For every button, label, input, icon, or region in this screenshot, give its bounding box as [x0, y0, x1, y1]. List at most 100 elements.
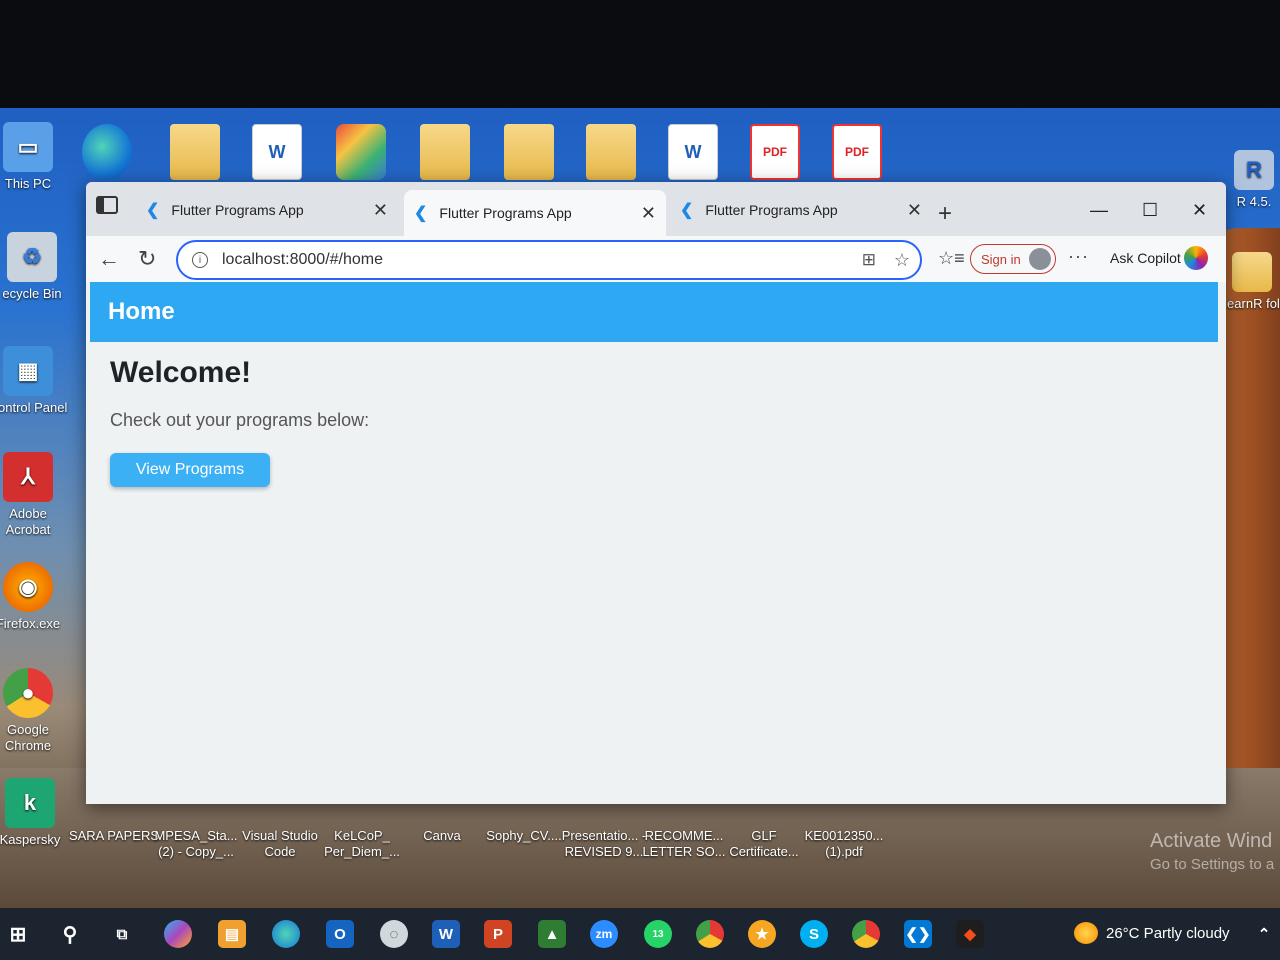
desktop-icon-firefox[interactable]: ◉ Firefox.exe [0, 562, 70, 632]
ask-copilot-button[interactable]: Ask Copilot [1110, 250, 1181, 266]
refresh-icon[interactable]: ↻ [138, 246, 156, 272]
flutter-icon: ❮ [680, 202, 694, 219]
control-panel-icon: ▦ [3, 346, 53, 396]
store-icon[interactable]: ▤ [218, 920, 246, 948]
desktop-icon-label: Adobe Acrobat [5, 506, 51, 537]
edge-desktop-icon[interactable] [82, 124, 132, 180]
avatar-icon [1029, 248, 1051, 270]
whatsapp-badge: 13 [652, 928, 664, 940]
vscode-icon[interactable]: ❮❯ [904, 920, 932, 948]
app-desktop-icon[interactable] [336, 124, 386, 180]
desktop-icon-this-pc[interactable]: ▭ This PC [0, 122, 70, 192]
recycle-bin-icon: ♻ [7, 232, 57, 282]
task-view-icon[interactable]: ⧉ [108, 920, 136, 948]
new-tab-button[interactable]: + [938, 200, 952, 228]
pdf-desktop-icon[interactable]: PDF [750, 124, 800, 180]
address-bar[interactable]: i localhost:8000/#/home ⊞ ☆ [176, 240, 922, 280]
pdf-desktop-icon[interactable]: PDF [832, 124, 882, 180]
favorites-icon[interactable]: ☆≡ [938, 248, 965, 269]
view-programs-button[interactable]: View Programs [110, 453, 270, 487]
desktop-icon-label: SARA PAPERS [68, 828, 160, 843]
desktop-icon-ke-pdf[interactable]: KE0012350... (1).pdf [798, 828, 890, 860]
copilot-taskbar-icon[interactable] [164, 920, 192, 948]
close-tab-icon[interactable]: ✕ [641, 203, 656, 224]
desktop-icon-learnr[interactable]: learnR fol [1222, 252, 1280, 312]
tab-actions-icon[interactable] [96, 196, 118, 214]
chrome-profile-icon[interactable] [852, 920, 880, 948]
folder-desktop-icon[interactable] [504, 124, 554, 180]
folder-desktop-icon[interactable] [586, 124, 636, 180]
star-app-icon[interactable]: ★ [748, 920, 776, 948]
desktop-icon-label: Firefox.exe [0, 616, 61, 631]
search-icon[interactable]: ⚲ [56, 920, 84, 948]
edge-taskbar-icon[interactable] [272, 920, 300, 948]
zoom-icon[interactable]: zm [590, 920, 618, 948]
browser-toolbar: ← ↻ i localhost:8000/#/home ⊞ ☆ ☆≡ Sign … [86, 236, 1226, 282]
tab-flutter-2[interactable]: ❮ Flutter Programs App ✕ [404, 190, 666, 236]
chat-icon[interactable]: ◌ [380, 920, 408, 948]
flutter-icon: ❮ [146, 202, 160, 219]
word-desktop-icon[interactable]: W [252, 124, 302, 180]
desktop-icon-label: learnR fol [1224, 296, 1280, 311]
desktop-icon-control-panel[interactable]: ▦ Control Panel [0, 346, 70, 416]
tab-flutter-1[interactable]: ❮ Flutter Programs App ✕ [136, 190, 398, 230]
kaspersky-icon: k [5, 778, 55, 828]
desktop-icon-glf[interactable]: GLF Certificate... [718, 828, 810, 860]
desktop-icon-label: RECOMME... LETTER SO... [642, 828, 726, 859]
browser-window: ❮ Flutter Programs App ✕ ❮ Flutter Progr… [86, 182, 1226, 804]
desktop-icon-r[interactable]: R R 4.5. [1224, 150, 1280, 210]
desktop-icon-google-chrome[interactable]: ● Google Chrome [0, 668, 70, 754]
windows-start-icon[interactable]: ⊞ [4, 920, 32, 948]
folder-desktop-icon[interactable] [170, 124, 220, 180]
firefox-icon: ◉ [3, 562, 53, 612]
desktop-icon-label: Visual Studio Code [242, 828, 318, 859]
desktop-icon-sophy-cv[interactable]: Sophy_CV.... [478, 828, 570, 844]
chrome-taskbar-icon[interactable] [696, 920, 724, 948]
app-available-icon[interactable]: ⊞ [862, 250, 876, 270]
desktop-icon-label: R 4.5. [1236, 194, 1272, 209]
desktop-icon-recycle-bin[interactable]: ♻ ecycle Bin [0, 232, 74, 302]
desktop-icon-vscode[interactable]: Visual Studio Code [234, 828, 326, 860]
copilot-icon[interactable] [1184, 246, 1208, 270]
minimize-icon[interactable]: — [1090, 200, 1108, 221]
tab-bar: ❮ Flutter Programs App ✕ ❮ Flutter Progr… [86, 182, 1226, 236]
folder-desktop-icon[interactable] [420, 124, 470, 180]
desktop-icon-sara-papers[interactable]: SARA PAPERS [68, 828, 160, 844]
outlook-icon[interactable]: O [326, 920, 354, 948]
skype-icon[interactable]: S [800, 920, 828, 948]
tab-flutter-3[interactable]: ❮ Flutter Programs App ✕ [670, 190, 932, 230]
pdf-label-icon: PDF [845, 145, 869, 159]
app-taskbar-icon[interactable]: ▲ [538, 920, 566, 948]
word-taskbar-icon[interactable]: W [432, 920, 460, 948]
activate-windows-subtext: Go to Settings to a [1150, 856, 1275, 873]
sign-in-button[interactable]: Sign in [970, 244, 1056, 274]
desktop-icon-canva[interactable]: Canva [396, 828, 488, 844]
desktop-icon-adobe-acrobat[interactable]: ⅄ Adobe Acrobat [0, 452, 70, 538]
app-bar: Home [90, 282, 1218, 342]
photo-bezel [0, 0, 1280, 112]
site-info-icon[interactable]: i [192, 252, 208, 268]
close-tab-icon[interactable]: ✕ [907, 200, 922, 221]
close-window-icon[interactable]: ✕ [1192, 200, 1207, 221]
tab-title: Flutter Programs App [439, 205, 572, 221]
maximize-icon[interactable]: ☐ [1142, 200, 1158, 221]
weather-widget[interactable]: 26°C Partly cloudy [1074, 922, 1230, 944]
more-options-icon[interactable]: ··· [1068, 246, 1089, 267]
figma-icon[interactable]: ◆ [956, 920, 984, 948]
desktop-icon-label: GLF Certificate... [729, 828, 799, 859]
powerpoint-icon[interactable]: P [484, 920, 512, 948]
desktop-icon-label: KE0012350... (1).pdf [804, 828, 884, 859]
tab-title: Flutter Programs App [705, 202, 838, 218]
desktop-icon-kaspersky[interactable]: k Kaspersky [0, 778, 72, 848]
word-desktop-icon[interactable]: W [668, 124, 718, 180]
welcome-heading: Welcome! [110, 356, 252, 389]
desktop-icon-recommendation[interactable]: RECOMME... LETTER SO... [638, 828, 730, 860]
desktop-icon-presentation[interactable]: Presentatio... - REVISED 9... [558, 828, 650, 860]
back-icon[interactable]: ← [98, 246, 120, 272]
favorite-star-icon[interactable]: ☆ [894, 250, 910, 271]
close-tab-icon[interactable]: ✕ [373, 200, 388, 221]
whatsapp-icon[interactable]: 13 [644, 920, 672, 948]
desktop-icon-mpesa[interactable]: MPESA_Sta... (2) - Copy_... [150, 828, 242, 860]
desktop-icon-kelcop[interactable]: KeLCoP_ Per_Diem_... [316, 828, 408, 860]
chevron-up-icon[interactable]: ⌃ [1250, 920, 1278, 948]
